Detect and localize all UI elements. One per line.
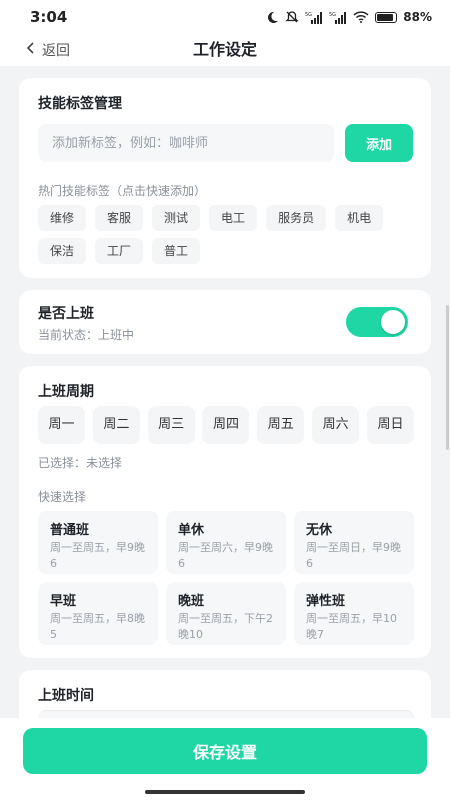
preset-no-rest[interactable]: 无休 周一至周日，早9晚6 [294, 511, 414, 574]
preset-desc: 周一至周五，下午2晚10 [178, 612, 273, 641]
moon-icon [266, 11, 279, 24]
preset-name: 单休 [178, 523, 205, 538]
selected-days-text: 已选择：未选择 [38, 456, 123, 470]
preset-desc: 周一至周日，早9晚6 [306, 541, 401, 570]
shift-presets: 普通班 周一至周五，早9晚6 单休 周一至周六，早9晚6 无休 周一至周日，早9… [38, 511, 414, 645]
weekday-wed[interactable]: 周三 [147, 406, 195, 444]
preset-regular[interactable]: 普通班 周一至周五，早9晚6 [38, 511, 158, 574]
preset-name: 早班 [50, 594, 77, 609]
work-time-field[interactable] [38, 710, 414, 718]
tag-chip[interactable]: 保洁 [38, 238, 87, 264]
preset-name: 普通班 [50, 523, 90, 538]
tag-chip[interactable]: 工厂 [95, 238, 144, 264]
add-tag-button[interactable]: 添加 [345, 124, 413, 162]
work-time-card: 上班时间 [19, 670, 431, 718]
tag-chip[interactable]: 服务员 [266, 205, 327, 231]
scrollbar[interactable] [446, 305, 449, 450]
weekday-fri[interactable]: 周五 [257, 406, 305, 444]
preset-name: 无休 [306, 523, 333, 538]
schedule-card: 上班周期 周一 周二 周三 周四 周五 周六 周日 已选择：未选择 快速选择 普… [19, 366, 431, 658]
preset-name: 弹性班 [306, 594, 346, 609]
toggle-knob [381, 310, 405, 334]
battery-percent: 88% [403, 10, 432, 24]
tag-chip[interactable]: 机电 [335, 205, 384, 231]
weekday-tue[interactable]: 周二 [92, 406, 140, 444]
home-indicator[interactable] [145, 790, 305, 794]
battery-icon [375, 11, 398, 23]
save-settings-button[interactable]: 保存设置 [23, 728, 427, 774]
svg-text:5G: 5G [305, 12, 312, 18]
weekday-sat[interactable]: 周六 [312, 406, 360, 444]
new-tag-input[interactable] [38, 124, 334, 162]
preset-name: 晚班 [178, 594, 205, 609]
tag-chip[interactable]: 维修 [38, 205, 87, 231]
svg-text:5G: 5G [329, 12, 336, 18]
preset-desc: 周一至周六，早9晚6 [178, 541, 273, 570]
header: 返回 工作设定 [0, 34, 450, 66]
schedule-title: 上班周期 [38, 384, 94, 400]
tag-chip[interactable]: 电工 [209, 205, 258, 231]
tag-chip[interactable]: 普工 [152, 238, 201, 264]
preset-flexible[interactable]: 弹性班 周一至周五，早10晚7 [294, 582, 414, 645]
preset-desc: 周一至周五，早9晚6 [50, 541, 145, 570]
back-label: 返回 [42, 43, 70, 59]
preset-single-rest[interactable]: 单休 周一至周六，早9晚6 [166, 511, 286, 574]
status-time: 3:04 [30, 8, 68, 26]
back-button[interactable]: 返回 [26, 34, 70, 66]
weekday-selector: 周一 周二 周三 周四 周五 周六 周日 [38, 406, 414, 444]
work-status-card: 是否上班 当前状态：上班中 [19, 290, 431, 354]
work-status-text: 当前状态：上班中 [38, 328, 135, 342]
signal-icon: 5G [329, 11, 347, 24]
skill-tags-title: 技能标签管理 [38, 96, 122, 112]
work-status-toggle[interactable] [346, 307, 408, 337]
work-status-title: 是否上班 [38, 306, 94, 322]
quick-select-title: 快速选择 [38, 490, 87, 504]
tag-chip[interactable]: 客服 [95, 205, 144, 231]
hot-tags-title: 热门技能标签（点击快速添加） [38, 184, 207, 198]
weekday-sun[interactable]: 周日 [366, 406, 414, 444]
wifi-icon [353, 11, 369, 23]
mute-icon [285, 10, 299, 24]
preset-late[interactable]: 晚班 周一至周五，下午2晚10 [166, 582, 286, 645]
weekday-mon[interactable]: 周一 [38, 406, 85, 444]
status-icons: 5G 5G 88% [266, 10, 432, 24]
status-bar: 3:04 5G 5G 88% [0, 0, 450, 34]
tag-chip[interactable]: 测试 [152, 205, 201, 231]
scroll-content[interactable]: 技能标签管理 添加 热门技能标签（点击快速添加） 维修 客服 测试 电工 服务员… [0, 66, 450, 718]
bottom-bar: 保存设置 [0, 718, 450, 800]
chevron-left-icon [26, 42, 36, 58]
signal-icon: 5G [305, 11, 323, 24]
weekday-thu[interactable]: 周四 [202, 406, 250, 444]
preset-early[interactable]: 早班 周一至周五，早8晚5 [38, 582, 158, 645]
work-time-title: 上班时间 [38, 688, 94, 704]
preset-desc: 周一至周五，早10晚7 [306, 612, 397, 641]
hot-tags: 维修 客服 测试 电工 服务员 机电 保洁 工厂 普工 [38, 205, 418, 264]
skill-tags-card: 技能标签管理 添加 热门技能标签（点击快速添加） 维修 客服 测试 电工 服务员… [19, 78, 431, 278]
preset-desc: 周一至周五，早8晚5 [50, 612, 145, 641]
